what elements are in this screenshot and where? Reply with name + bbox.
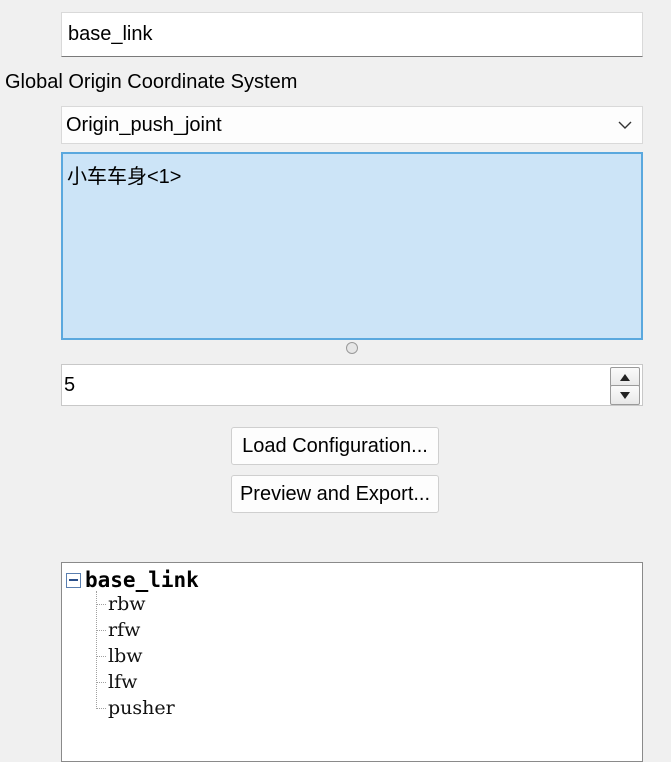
origin-dropdown[interactable]: Origin_push_joint <box>61 106 643 144</box>
chevron-down-icon <box>618 121 632 129</box>
tree-item[interactable]: pusher <box>96 695 175 721</box>
origin-dropdown-value: Origin_push_joint <box>66 114 222 136</box>
tree-item-label: lfw <box>108 671 138 693</box>
list-item[interactable]: 小车车身<1> <box>67 160 641 189</box>
triangle-up-icon <box>620 373 630 381</box>
tree-root-node[interactable]: base_link <box>66 567 199 593</box>
triangle-down-icon <box>620 391 630 399</box>
component-listbox[interactable]: 小车车身<1> <box>61 152 643 340</box>
tree-item[interactable]: rbw <box>96 591 146 617</box>
count-spinner[interactable]: 5 <box>61 364 643 406</box>
collapse-icon[interactable] <box>66 572 81 588</box>
splitter-handle[interactable] <box>346 342 358 354</box>
tree-item[interactable]: lfw <box>96 669 137 695</box>
tree-item-label: pusher <box>108 697 175 719</box>
spin-up-button[interactable] <box>610 367 640 387</box>
tree-item-label: rbw <box>108 593 146 615</box>
link-name-input[interactable]: base_link <box>61 12 643 57</box>
tree-item-label: rfw <box>108 619 141 641</box>
global-origin-label: Global Origin Coordinate System <box>5 71 298 93</box>
tree-item-label: lbw <box>108 645 143 667</box>
preview-export-button[interactable]: Preview and Export... <box>231 475 439 513</box>
load-configuration-button[interactable]: Load Configuration... <box>231 427 439 465</box>
spin-down-button[interactable] <box>610 385 640 405</box>
tree-item[interactable]: lbw <box>96 643 143 669</box>
link-tree[interactable]: base_link rbw rfw lbw lfw pusher <box>61 562 643 762</box>
tree-item[interactable]: rfw <box>96 617 140 643</box>
tree-root-label: base_link <box>85 568 199 592</box>
count-spinner-value[interactable]: 5 <box>64 374 75 396</box>
